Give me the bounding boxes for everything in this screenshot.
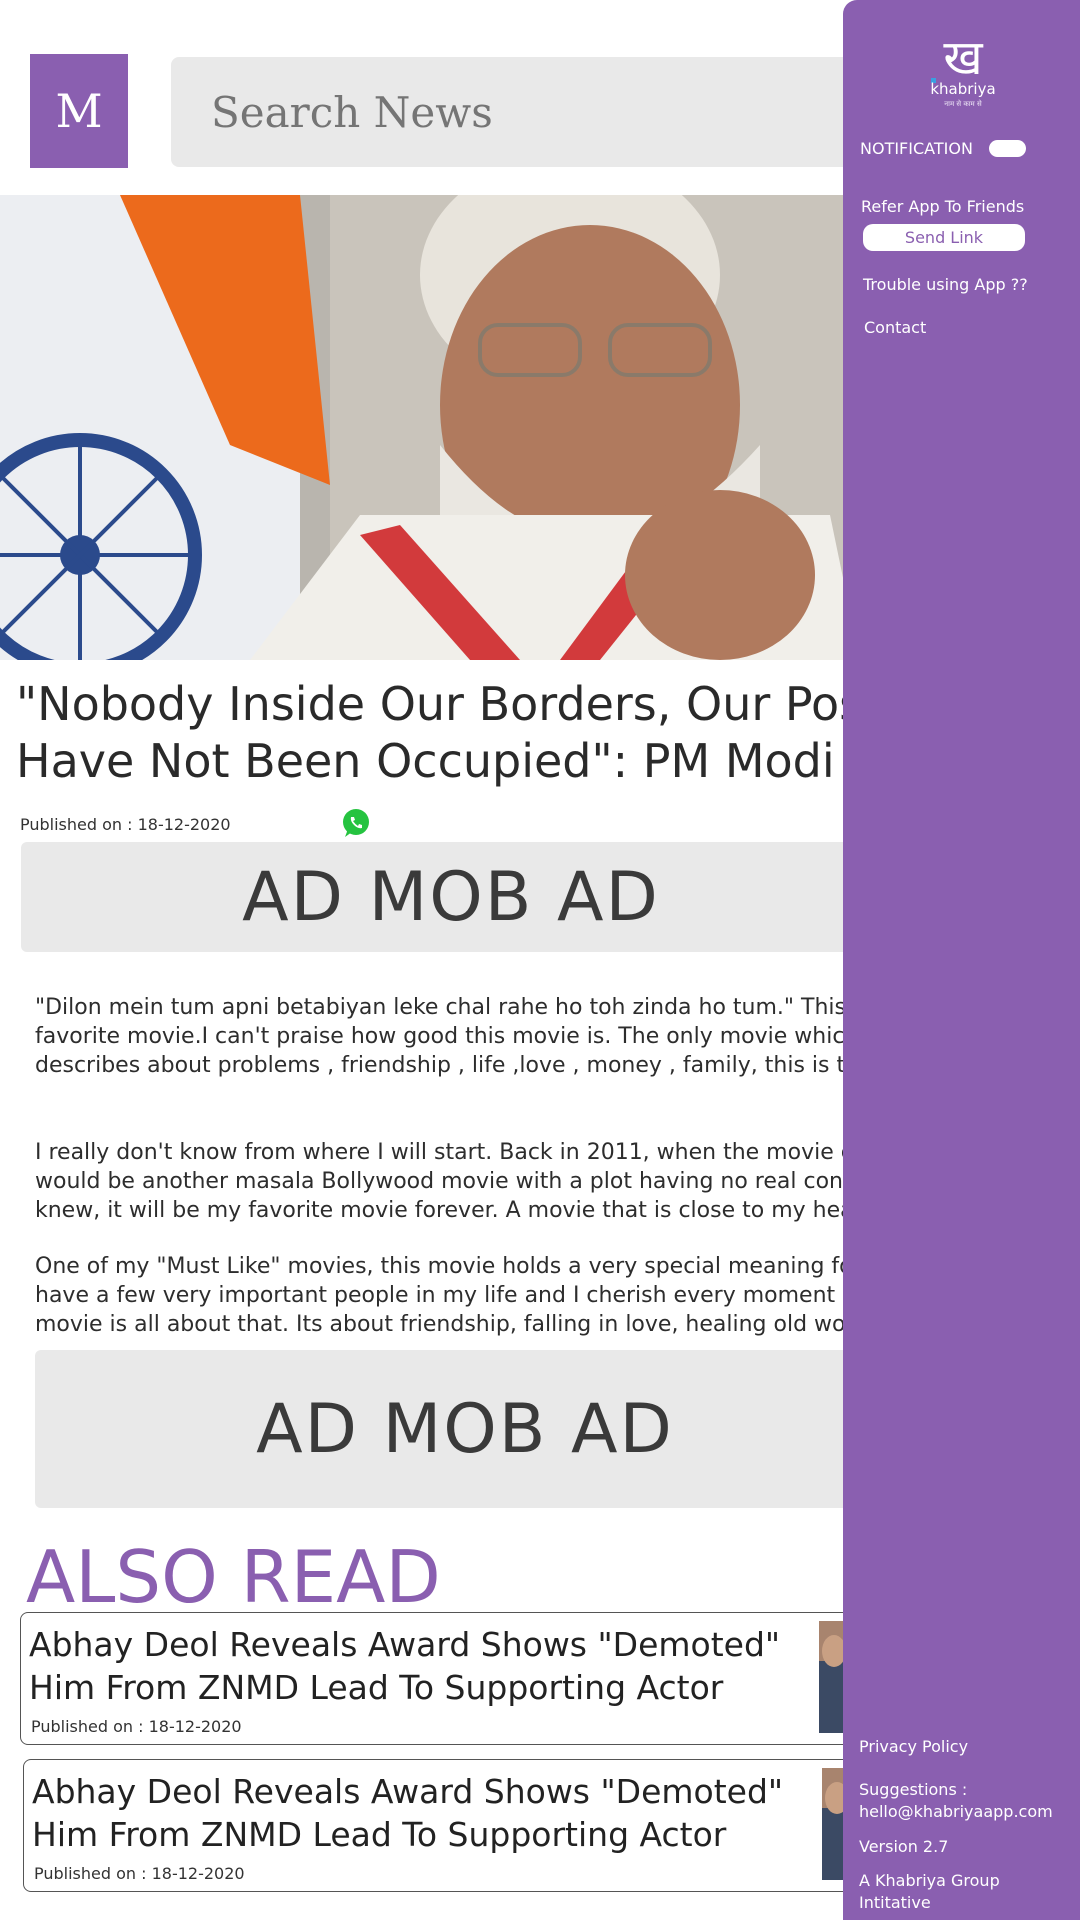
trouble-using-app-link[interactable]: Trouble using App ?? <box>863 275 1028 294</box>
ad-banner-label: AD MOB AD <box>256 1389 674 1469</box>
menu-button-label: M <box>55 84 103 138</box>
also-read-title: Abhay Deol Reveals Award Shows "Demoted"… <box>29 1625 781 1707</box>
contact-link[interactable]: Contact <box>864 318 926 337</box>
paragraph-line: I really don't know from where I will st… <box>35 1140 888 1165</box>
also-read-card[interactable]: Abhay Deol Reveals Award Shows "Demoted"… <box>20 1612 880 1745</box>
paragraph-line: "Dilon mein tum apni betabiyan leke chal… <box>35 995 895 1020</box>
article-paragraph-3: One of my "Must Like" movies, this movie… <box>35 1252 895 1339</box>
article-headline: "Nobody Inside Our Borders, Our Posts Ha… <box>16 677 906 788</box>
article-hero-image <box>0 195 860 660</box>
article-published-date: Published on : 18-12-2020 <box>20 815 231 834</box>
paragraph-line: have a few very important people in my l… <box>35 1283 889 1308</box>
initiative-text-line2: Intitative <box>859 1893 931 1912</box>
paragraph-line: would be another masala Bollywood movie … <box>35 1169 871 1194</box>
paragraph-line: favorite movie.I can't praise how good t… <box>35 1024 891 1049</box>
also-read-title: Abhay Deol Reveals Award Shows "Demoted"… <box>32 1772 784 1854</box>
paragraph-line: knew, it will be my favorite movie forev… <box>35 1198 879 1223</box>
refer-app-label: Refer App To Friends <box>861 197 1025 216</box>
paragraph-line: describes about problems , friendship , … <box>35 1053 873 1078</box>
app-version: Version 2.7 <box>859 1837 949 1856</box>
logo-text: khabriya <box>930 80 996 98</box>
notification-toggle[interactable] <box>989 140 1026 157</box>
search-input[interactable] <box>171 57 851 167</box>
ad-banner-top[interactable]: AD MOB AD <box>21 842 881 952</box>
article-paragraph-2: I really don't know from where I will st… <box>35 1138 895 1225</box>
article-paragraph-1: "Dilon mein tum apni betabiyan leke chal… <box>35 993 895 1080</box>
suggestions-label: Suggestions : <box>859 1780 968 1799</box>
side-drawer: ख khabriya नाम से काम से NOTIFICATION Re… <box>843 0 1080 1920</box>
initiative-text-line1: A Khabriya Group <box>859 1871 1000 1890</box>
also-read-heading: ALSO READ <box>26 1535 441 1619</box>
paragraph-line: movie is all about that. Its about frien… <box>35 1312 888 1337</box>
menu-button[interactable]: M <box>30 54 128 168</box>
send-link-label: Send Link <box>904 228 984 247</box>
suggestions-email[interactable]: hello@khabriyaapp.com <box>859 1802 1053 1821</box>
also-read-date: Published on : 18-12-2020 <box>31 1717 242 1736</box>
logo-tagline: नाम से काम से <box>944 100 982 108</box>
privacy-policy-link[interactable]: Privacy Policy <box>859 1737 968 1756</box>
also-read-card[interactable]: Abhay Deol Reveals Award Shows "Demoted"… <box>23 1759 883 1892</box>
ad-banner-label: AD MOB AD <box>242 857 660 937</box>
paragraph-line: One of my "Must Like" movies, this movie… <box>35 1254 891 1279</box>
khabriya-logo: ख khabriya नाम से काम से <box>913 28 1013 110</box>
whatsapp-icon[interactable] <box>340 807 372 839</box>
ad-banner-bottom[interactable]: AD MOB AD <box>35 1350 895 1508</box>
also-read-date: Published on : 18-12-2020 <box>34 1864 245 1883</box>
svg-text:ख: ख <box>943 30 983 83</box>
send-link-button[interactable]: Send Link <box>863 224 1025 251</box>
notification-label: NOTIFICATION <box>860 139 973 158</box>
